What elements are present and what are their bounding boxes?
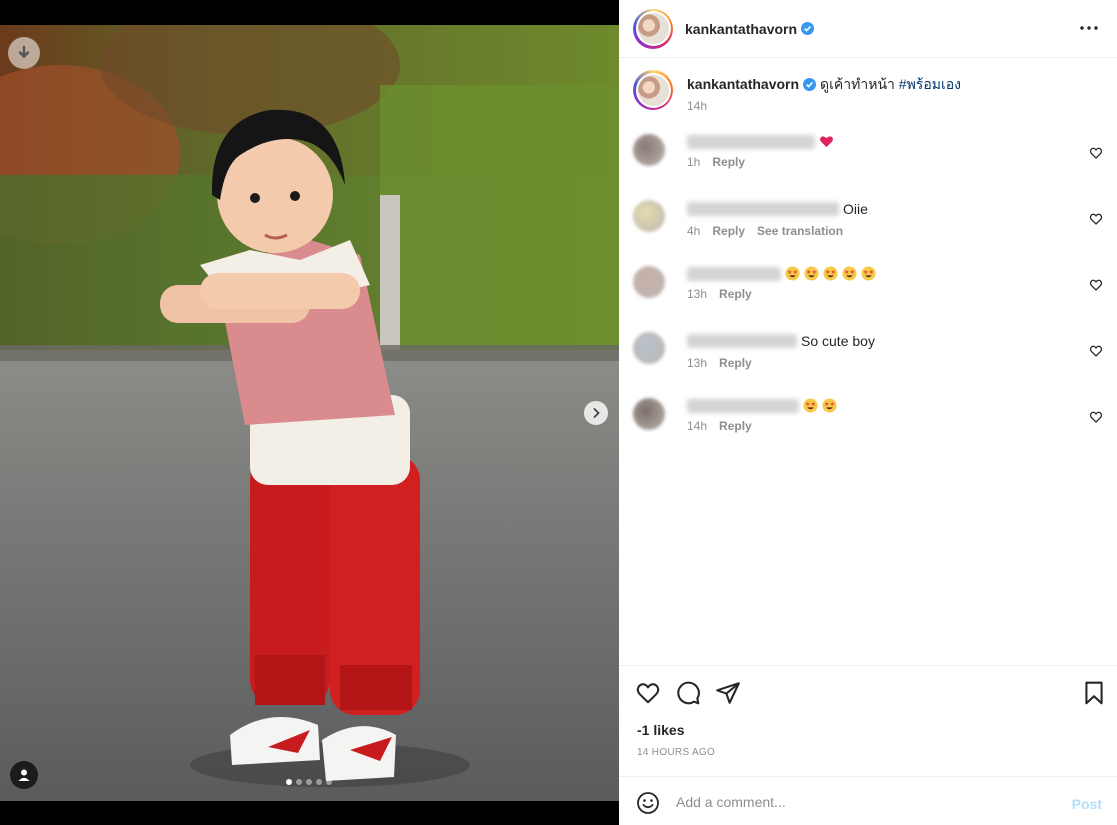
- comment-emojis: [785, 266, 880, 281]
- save-button[interactable]: [1081, 680, 1107, 706]
- heart-icon: [1089, 345, 1103, 357]
- commenter-username[interactable]: [687, 266, 781, 281]
- carousel-dot: [286, 779, 292, 785]
- commenter-username[interactable]: [687, 134, 815, 149]
- comment-item: 14h Reply: [633, 398, 1103, 433]
- comment-like-button[interactable]: [1089, 278, 1103, 292]
- comment-item: So cute boy 13h Reply: [633, 332, 1103, 370]
- commenter-username[interactable]: [687, 202, 839, 216]
- star-struck-emoji-icon: [823, 266, 838, 281]
- avatar-image: [637, 13, 669, 44]
- comment-input[interactable]: [676, 791, 1036, 813]
- commenter-avatar[interactable]: [633, 332, 665, 364]
- emoji-picker-button[interactable]: [636, 791, 660, 815]
- user-tag-icon: [18, 769, 30, 781]
- commenter-username[interactable]: [687, 334, 797, 348]
- comment-time[interactable]: 13h: [687, 287, 707, 301]
- commenter-avatar[interactable]: [633, 134, 665, 166]
- comment-emojis: [819, 134, 838, 149]
- comment-like-button[interactable]: [1089, 146, 1103, 160]
- star-struck-emoji-icon: [803, 398, 818, 413]
- author-avatar[interactable]: [633, 8, 673, 49]
- caption-author-avatar[interactable]: [633, 70, 673, 110]
- post-photo[interactable]: [0, 25, 619, 801]
- likes-count[interactable]: -1 likes: [637, 722, 684, 738]
- like-button[interactable]: [635, 680, 661, 706]
- comment-time[interactable]: 14h: [687, 419, 707, 433]
- carousel-next-button[interactable]: [584, 401, 608, 425]
- photo-illustration: [0, 25, 619, 801]
- carousel-dot: [326, 779, 332, 785]
- post-comment-button[interactable]: Post: [1072, 796, 1102, 812]
- reply-button[interactable]: Reply: [712, 155, 745, 169]
- star-struck-emoji-icon: [861, 266, 876, 281]
- comment-like-button[interactable]: [1089, 344, 1103, 358]
- more-options-button[interactable]: [1078, 17, 1100, 39]
- reply-button[interactable]: Reply: [719, 419, 752, 433]
- download-button[interactable]: [8, 37, 40, 69]
- comment-time[interactable]: 1h: [687, 155, 700, 169]
- carousel-dot: [296, 779, 302, 785]
- caption-username[interactable]: kankantathavorn: [687, 76, 799, 92]
- comment-text: So cute boy: [801, 333, 875, 349]
- post-header: kankantathavorn: [619, 0, 1117, 58]
- comment-like-button[interactable]: [1089, 212, 1103, 226]
- tagged-users-button[interactable]: [10, 761, 38, 789]
- verified-badge-icon: [803, 78, 817, 91]
- share-button[interactable]: [715, 680, 741, 706]
- see-translation-button[interactable]: See translation: [757, 224, 843, 238]
- comment-time[interactable]: 4h: [687, 224, 700, 238]
- comment-like-button[interactable]: [1089, 410, 1103, 424]
- post-caption: kankantathavorn ดูเค้าทำหน้า #พร้อมเอง 14…: [633, 70, 961, 113]
- post-actions: -1 likes 14 HOURS AGO: [619, 665, 1117, 776]
- heart-icon: [1089, 279, 1103, 291]
- carousel-dot: [306, 779, 312, 785]
- caption-text: ดูเค้าทำหน้า: [820, 76, 895, 92]
- smile-icon: [637, 792, 659, 814]
- star-struck-emoji-icon: [822, 398, 837, 413]
- verified-badge-icon: [801, 22, 815, 35]
- reply-button[interactable]: Reply: [719, 356, 752, 370]
- post-timestamp[interactable]: 14 HOURS AGO: [637, 747, 715, 758]
- post-details-panel: kankantathavorn kankantathavorn ดูเค้าทำห…: [619, 0, 1117, 825]
- heart-icon: [1089, 411, 1103, 423]
- comment-item: 1h Reply: [633, 134, 1103, 169]
- add-comment-bar: Post: [619, 776, 1117, 825]
- star-struck-emoji-icon: [842, 266, 857, 281]
- caption-time[interactable]: 14h: [687, 99, 707, 113]
- star-struck-emoji-icon: [785, 266, 800, 281]
- comment-text: Oiie: [843, 201, 868, 217]
- share-icon: [716, 682, 740, 704]
- caption-hashtag[interactable]: #พร้อมเอง: [899, 76, 961, 92]
- comment-item: 13h Reply: [633, 266, 1103, 301]
- comment-button[interactable]: [675, 680, 701, 706]
- avatar-image: [637, 74, 669, 106]
- bookmark-icon: [1085, 681, 1103, 705]
- comments-list[interactable]: kankantathavorn ดูเค้าทำหน้า #พร้อมเอง 14…: [619, 58, 1117, 665]
- heart-icon: [1089, 213, 1103, 225]
- comment-icon: [677, 681, 700, 705]
- reply-button[interactable]: Reply: [719, 287, 752, 301]
- author-username[interactable]: kankantathavorn: [685, 21, 797, 37]
- more-options-icon: [1080, 26, 1098, 30]
- star-struck-emoji-icon: [804, 266, 819, 281]
- post-media-viewer: [0, 0, 619, 825]
- heart-icon: [1089, 147, 1103, 159]
- commenter-username[interactable]: [687, 398, 799, 413]
- heart-icon: [636, 683, 660, 704]
- download-icon: [18, 45, 30, 59]
- comment-emojis: [803, 398, 841, 413]
- commenter-avatar[interactable]: [633, 398, 665, 430]
- carousel-dot: [316, 779, 322, 785]
- chevron-right-icon: [593, 408, 600, 418]
- comment-time[interactable]: 13h: [687, 356, 707, 370]
- heart-emoji-icon: [820, 136, 833, 148]
- reply-button[interactable]: Reply: [712, 224, 745, 238]
- commenter-avatar[interactable]: [633, 200, 665, 232]
- commenter-avatar[interactable]: [633, 266, 665, 298]
- comment-item: Oiie 4h Reply See translation: [633, 200, 1103, 238]
- carousel-indicators: [286, 779, 332, 785]
